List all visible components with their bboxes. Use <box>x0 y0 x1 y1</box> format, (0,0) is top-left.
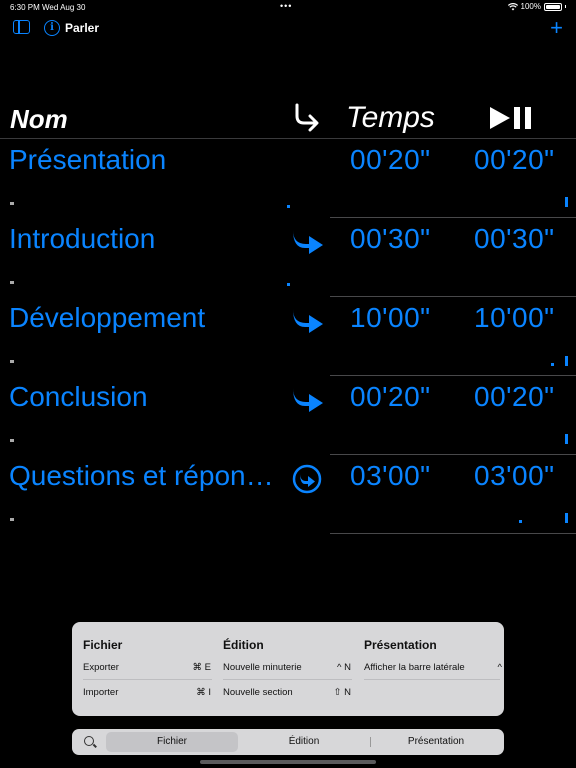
row-remaining: 00'20" <box>474 381 555 412</box>
row-name: Conclusion <box>9 381 148 412</box>
battery-icon <box>544 2 562 11</box>
timer-row[interactable]: Introduction 00'30" 00'30" <box>0 218 576 297</box>
menu-item-export[interactable]: Exporter ⌘ E <box>83 662 211 673</box>
row-duration: 00'20" <box>350 381 431 412</box>
row-remaining: 03'00" <box>474 460 555 491</box>
sidebar-toggle-icon[interactable] <box>13 20 30 34</box>
row-duration: 00'20" <box>350 144 431 175</box>
row-marker <box>10 518 14 521</box>
add-icon[interactable]: + <box>550 15 563 41</box>
row-remaining: 00'30" <box>474 223 555 254</box>
progress-dot <box>551 363 554 366</box>
menu-shortcut: ⌘ I <box>196 687 211 698</box>
row-name: Présentation <box>9 144 167 175</box>
row-remaining: 10'00" <box>474 302 555 333</box>
wifi-icon <box>507 2 518 10</box>
menu-item-label: Importer <box>83 687 119 698</box>
nav-title[interactable]: Parler <box>65 21 99 35</box>
progress-dot <box>287 205 290 208</box>
status-date: Wed Aug 30 <box>42 3 86 12</box>
turn-right-arrow-icon <box>295 103 319 132</box>
menu-item-label: Exporter <box>83 662 119 673</box>
row-divider <box>330 533 576 534</box>
play-pause-icon[interactable] <box>488 105 536 131</box>
timer-row[interactable]: Questions et répon… 03'00" 03'00" <box>0 455 576 534</box>
table-header: Nom Temps <box>0 100 576 138</box>
menu-separator <box>223 679 352 680</box>
multitasking-dots[interactable]: ••• <box>280 1 292 11</box>
menu-item-show-sidebar[interactable]: Afficher la barre latérale ^ <box>364 662 502 673</box>
menu-tab-bar: Fichier Édition Présentation <box>72 729 504 755</box>
row-marker <box>10 439 14 442</box>
menu-shortcut: ⇧ N <box>333 687 351 698</box>
menu-item-label: Nouvelle minuterie <box>223 662 302 673</box>
progress-bar <box>565 197 568 207</box>
progress-bar <box>565 513 568 523</box>
row-duration: 03'00" <box>350 460 431 491</box>
tab-edition[interactable]: Édition <box>238 732 370 752</box>
status-time: 6:30 PM <box>10 3 40 12</box>
timer-row[interactable]: Développement 10'00" 10'00" <box>0 297 576 376</box>
row-remaining: 00'20" <box>474 144 555 175</box>
curved-arrow-icon[interactable] <box>291 226 325 256</box>
menu-presentation-title: Présentation <box>364 638 437 652</box>
progress-dot <box>519 520 522 523</box>
column-time-header: Temps <box>346 101 435 134</box>
column-name-header: Nom <box>10 104 68 134</box>
row-duration: 10'00" <box>350 302 431 333</box>
status-right: 100% <box>507 2 566 11</box>
row-marker <box>10 281 14 284</box>
menu-edition-title: Édition <box>223 638 264 652</box>
status-bar: 6:30 PM Wed Aug 30 ••• 100% <box>0 0 576 14</box>
menu-item-new-section[interactable]: Nouvelle section ⇧ N <box>223 687 351 698</box>
menu-item-label: Afficher la barre latérale <box>364 662 465 673</box>
row-name: Introduction <box>9 223 156 254</box>
menu-separator <box>364 679 500 680</box>
curved-arrow-icon[interactable] <box>291 384 325 414</box>
info-icon[interactable]: i <box>44 20 60 36</box>
timer-row[interactable]: Présentation 00'20" 00'20" <box>0 139 576 218</box>
home-indicator[interactable] <box>200 760 376 764</box>
row-marker <box>10 360 14 363</box>
row-duration: 00'30" <box>350 223 431 254</box>
circled-arrow-icon[interactable] <box>291 463 323 495</box>
progress-bar <box>565 356 568 366</box>
menu-shortcut: ^ <box>497 662 502 673</box>
search-icon[interactable] <box>84 736 94 746</box>
menu-item-import[interactable]: Importer ⌘ I <box>83 687 211 698</box>
menu-item-new-timer[interactable]: Nouvelle minuterie ^ N <box>223 662 351 673</box>
battery-percent: 100% <box>520 2 541 11</box>
row-name: Questions et répon… <box>9 460 274 491</box>
menu-shortcut: ^ N <box>337 662 351 673</box>
progress-dot <box>287 283 290 286</box>
menu-panel: Fichier Édition Présentation Exporter ⌘ … <box>72 622 504 716</box>
menu-fichier-title: Fichier <box>83 638 123 652</box>
menu-shortcut: ⌘ E <box>192 662 211 673</box>
row-name: Développement <box>9 302 206 333</box>
curved-arrow-icon[interactable] <box>291 305 325 335</box>
tab-presentation[interactable]: Présentation <box>370 732 502 752</box>
row-marker <box>10 202 14 205</box>
menu-separator <box>83 679 212 680</box>
timer-row[interactable]: Conclusion 00'20" 00'20" <box>0 376 576 455</box>
tab-fichier[interactable]: Fichier <box>106 732 238 752</box>
menu-item-label: Nouvelle section <box>223 687 293 698</box>
progress-bar <box>565 434 568 444</box>
navigation-bar: i Parler + <box>0 15 576 41</box>
battery-tip <box>565 5 566 8</box>
